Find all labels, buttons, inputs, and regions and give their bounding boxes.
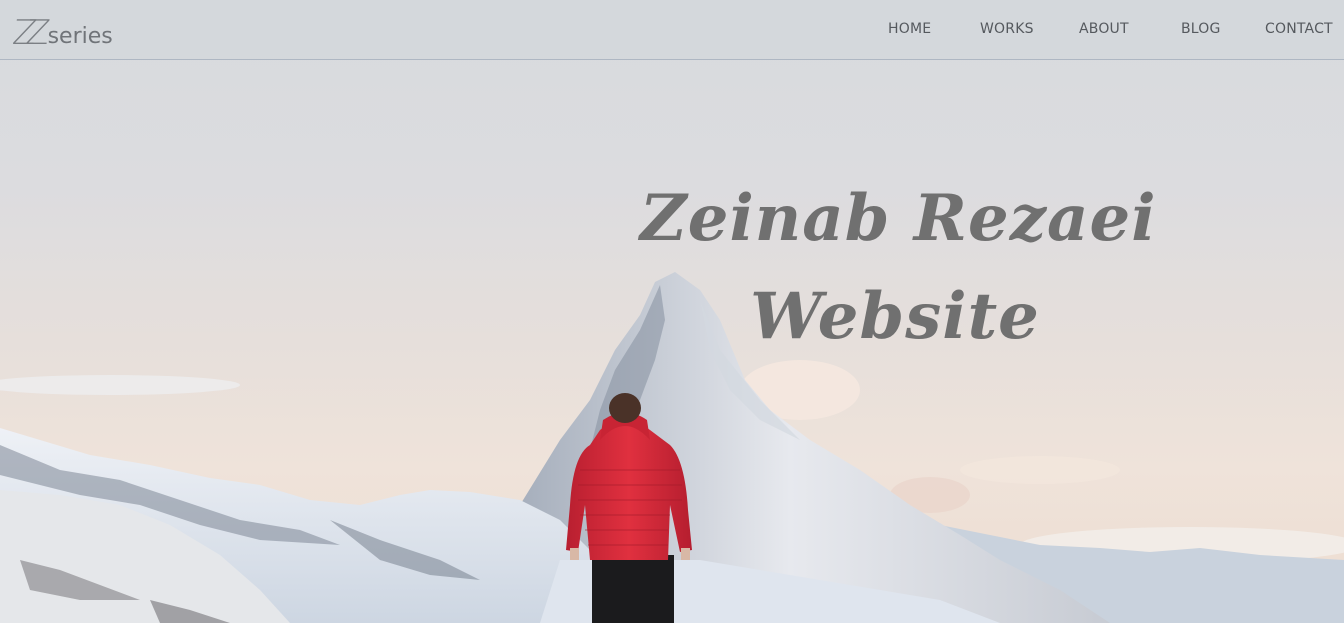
nav-item-blog[interactable]: BLOG [1181, 21, 1221, 37]
nav-item-home[interactable]: HOME [888, 21, 931, 37]
logo-text: series [47, 24, 113, 49]
hero-title-line2: Website [750, 279, 1040, 354]
top-navbar: ZZ series HOME WORKS ABOUT BLOG CONTACT [0, 0, 1344, 60]
site-logo[interactable]: ZZ series [10, 10, 113, 53]
nav-item-contact[interactable]: CONTACT [1265, 21, 1333, 37]
nav-item-about[interactable]: ABOUT [1079, 21, 1129, 37]
logo-mark: ZZ [10, 13, 43, 53]
nav-item-works[interactable]: WORKS [980, 21, 1034, 37]
hero-title: Zeinab Rezaei Website [640, 170, 1157, 366]
hero-title-line1: Zeinab Rezaei [640, 181, 1157, 256]
